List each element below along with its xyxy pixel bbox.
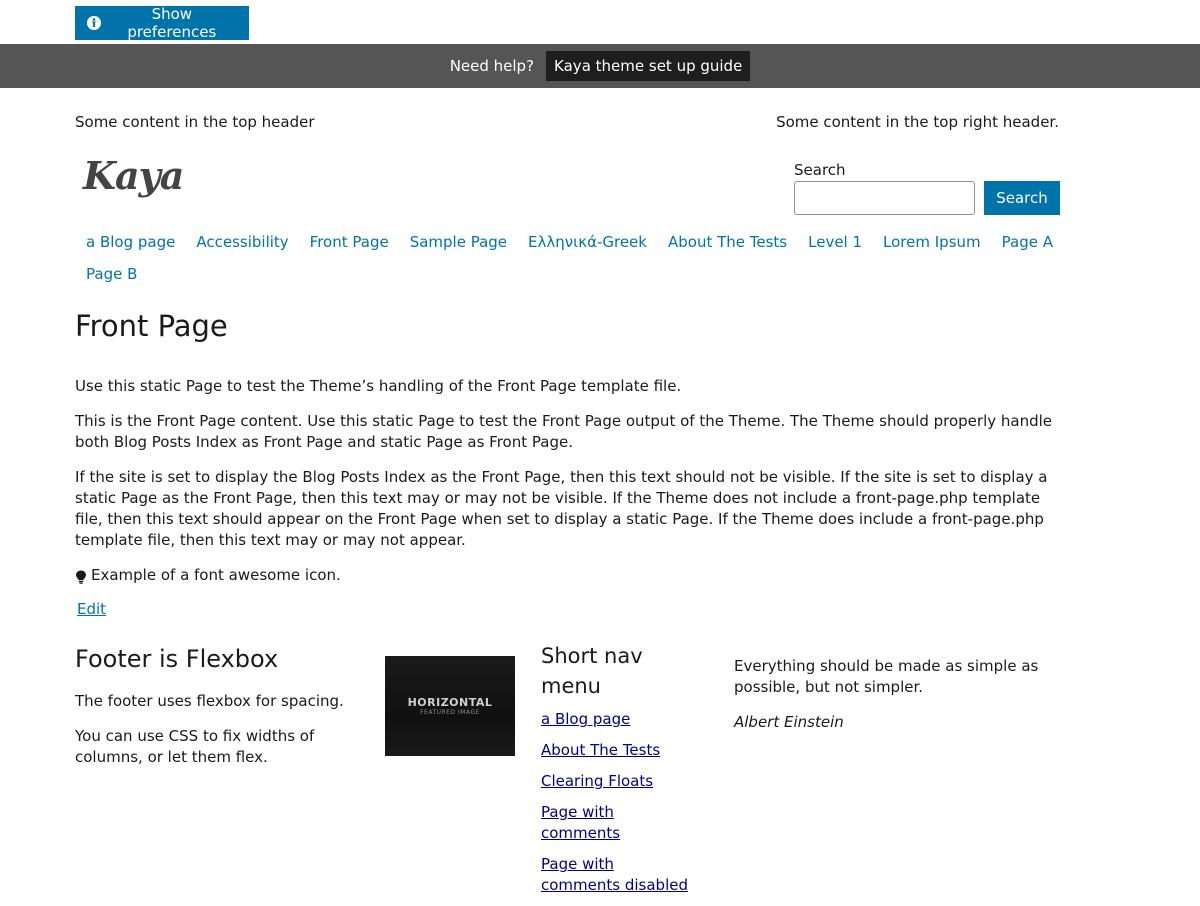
footer-heading: Footer is Flexbox (75, 645, 279, 673)
show-preferences-label: Show preferences (127, 5, 217, 41)
quote-text: Everything should be made as simple as p… (734, 657, 1039, 696)
site-logo[interactable]: Kaya (83, 153, 184, 198)
list-item: About The Tests (541, 740, 691, 761)
short-nav-link-clearing-floats[interactable]: Clearing Floats (541, 772, 653, 790)
featured-image-title: HORIZONTAL (407, 696, 493, 709)
page-title: Front Page (75, 309, 228, 343)
short-nav-list: a Blog page About The Tests Clearing Flo… (541, 709, 691, 896)
nav-item-greek[interactable]: Ελληνικά-Greek (528, 231, 647, 253)
nav-item-level-1[interactable]: Level 1 (808, 231, 862, 253)
search-row: Search (794, 181, 1060, 215)
nav-item-page-a[interactable]: Page A (1002, 231, 1053, 253)
main-content: Front Page Use this static Page to test … (75, 306, 1055, 618)
paragraph: If the site is set to display the Blog P… (75, 468, 1048, 549)
list-item: Page with comments (541, 802, 691, 844)
show-preferences-button[interactable]: Show preferences (75, 5, 249, 41)
accessibility-icon (87, 16, 101, 30)
paragraph: This is the Front Page content. Use this… (75, 412, 1052, 451)
main-nav: a Blog page Accessibility Front Page Sam… (86, 231, 1056, 285)
search-form: Search Search (794, 161, 1060, 215)
footer-paragraph: You can use CSS to fix widths of columns… (75, 727, 315, 766)
lightbulb-icon (75, 569, 87, 584)
featured-image-subtitle: FEATURED IMAGE (420, 709, 480, 716)
quote-citation: Albert Einstein (734, 713, 844, 731)
short-nav-heading: Short nav menu (541, 644, 643, 698)
list-item: Page with comments disabled (541, 854, 691, 896)
short-nav-link-page-comments-disabled[interactable]: Page with comments disabled (541, 855, 688, 894)
nav-item-lorem-ipsum[interactable]: Lorem Ipsum (883, 231, 981, 253)
top-header-right: Some content in the top right header. (776, 113, 1059, 131)
setup-guide-link[interactable]: Kaya theme set up guide (546, 51, 751, 81)
list-item: a Blog page (541, 709, 691, 730)
footer-paragraph: The footer uses flexbox for spacing. (75, 692, 344, 710)
paragraph: Use this static Page to test the Theme’s… (75, 377, 682, 395)
search-input[interactable] (794, 181, 975, 215)
nav-item-about-the-tests[interactable]: About The Tests (668, 231, 787, 253)
top-bar: Show preferences (0, 0, 1200, 44)
footer-column-1: Footer is Flexbox The footer uses flexbo… (75, 641, 345, 782)
nav-item-sample-page[interactable]: Sample Page (410, 231, 507, 253)
nav-item-front-page[interactable]: Front Page (310, 231, 389, 253)
footer-short-nav: Short nav menu a Blog page About The Tes… (541, 641, 691, 906)
nav-item-page-b[interactable]: Page B (86, 263, 137, 285)
footer-quote: Everything should be made as simple as p… (734, 656, 1054, 747)
search-button[interactable]: Search (984, 181, 1060, 215)
nav-item-accessibility[interactable]: Accessibility (196, 231, 288, 253)
nav-item-blog-page[interactable]: a Blog page (86, 231, 175, 253)
featured-image: HORIZONTAL FEATURED IMAGE (385, 656, 515, 756)
search-label: Search (794, 161, 846, 179)
edit-link[interactable]: Edit (77, 600, 106, 618)
short-nav-link-blog-page[interactable]: a Blog page (541, 710, 630, 728)
short-nav-link-about-the-tests[interactable]: About The Tests (541, 741, 660, 759)
icon-paragraph-text: Example of a font awesome icon. (91, 566, 341, 584)
short-nav-link-page-with-comments[interactable]: Page with comments (541, 803, 620, 842)
help-bar: Need help? Kaya theme set up guide (0, 44, 1200, 88)
top-header-left: Some content in the top header (75, 113, 315, 131)
icon-paragraph: Example of a font awesome icon. (75, 565, 1055, 586)
list-item: Clearing Floats (541, 771, 691, 792)
help-label: Need help? (449, 57, 535, 75)
